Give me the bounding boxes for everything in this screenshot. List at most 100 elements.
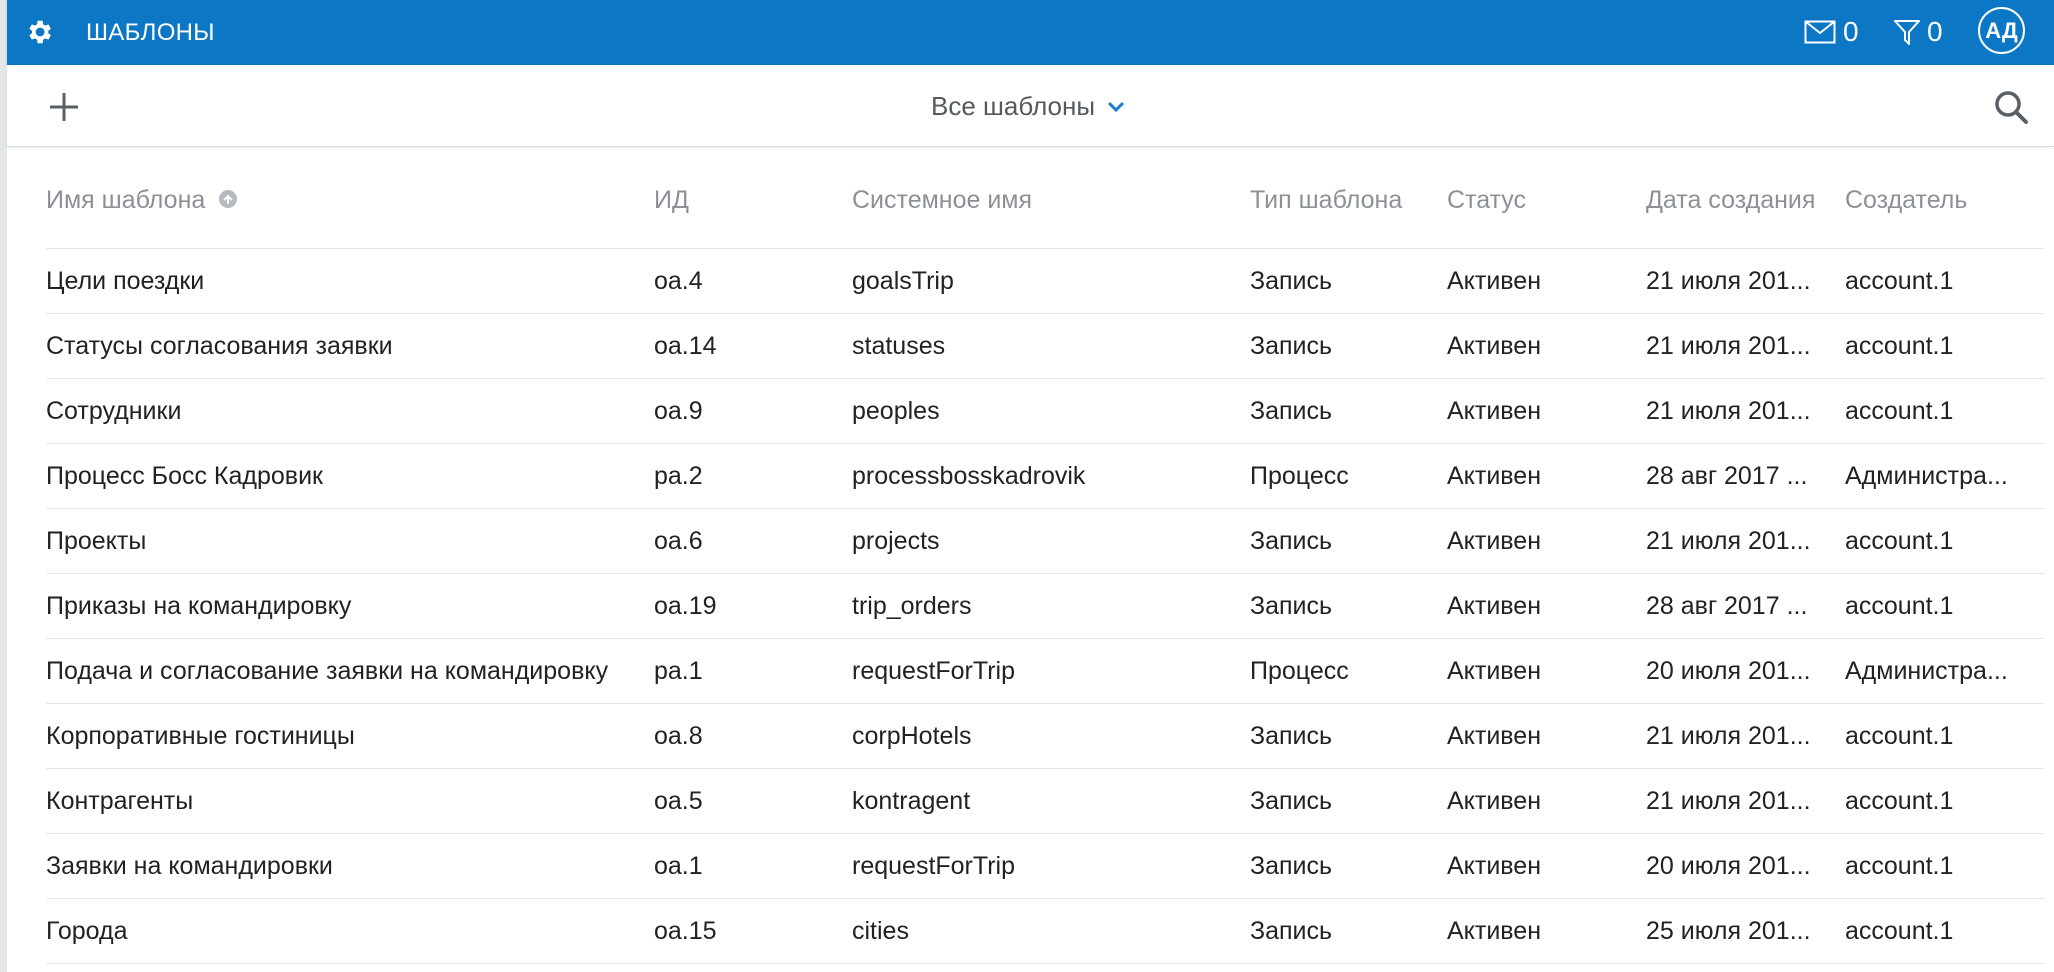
cell-created-date: 21 июля 201...	[1646, 267, 1811, 295]
cell-id: pa.2	[654, 462, 703, 490]
cell-status: Активен	[1447, 397, 1542, 425]
filter-icon	[1894, 20, 1920, 45]
cell-system-name: corpHotels	[852, 722, 972, 750]
cell-creator: account.1	[1845, 267, 1954, 295]
cell-type: Запись	[1250, 592, 1333, 620]
cell-system-name: processbosskadrovik	[852, 462, 1086, 490]
cell-creator: Администра...	[1845, 657, 2008, 685]
cell-status: Активен	[1447, 787, 1542, 815]
user-avatar[interactable]: АД	[1978, 7, 2025, 54]
cell-system-name: trip_orders	[852, 592, 972, 620]
cell-created-date: 21 июля 201...	[1646, 332, 1811, 360]
cell-creator: account.1	[1845, 722, 1954, 750]
sort-asc-icon	[219, 190, 238, 209]
cell-status: Активен	[1447, 657, 1542, 685]
cell-template-name: Заявки на командировки	[46, 852, 333, 880]
cell-template-name: Города	[46, 917, 128, 945]
table-row[interactable]: Цели поездки oa.4 goalsTrip Запись Активен 21…	[46, 249, 2044, 314]
column-header-name[interactable]: Имя шаблона	[46, 146, 636, 248]
cell-system-name: goalsTrip	[852, 267, 954, 295]
table-row[interactable]: Статусы согласования заявки oa.14 statuses…	[46, 314, 2044, 379]
table-row[interactable]: Подача и согласование заявки на командир…	[46, 639, 2044, 704]
table-row[interactable]: Заявки на командировки oa.1 requestForTrip…	[46, 834, 2044, 899]
cell-created-date: 25 июля 201...	[1646, 917, 1811, 945]
cell-system-name: statuses	[852, 332, 946, 360]
cell-type: Запись	[1250, 332, 1333, 360]
column-header-creator[interactable]: Создатель	[1845, 146, 2045, 248]
gear-icon[interactable]	[24, 17, 54, 47]
cell-template-name: Статусы согласования заявки	[46, 332, 393, 360]
view-selector-label: Все шаблоны	[931, 91, 1096, 121]
filter-button[interactable]: 0	[1893, 13, 1943, 51]
table-row[interactable]: Корпоративные гостиницы oa.8 corpHotels Зап…	[46, 704, 2044, 769]
toolbar: Все шаблоны	[7, 65, 2054, 147]
cell-id: oa.14	[654, 332, 717, 360]
cell-template-name: Корпоративные гостиницы	[46, 722, 355, 750]
cell-created-date: 21 июля 201...	[1646, 527, 1811, 555]
left-edge	[0, 0, 7, 972]
cell-status: Активен	[1447, 332, 1542, 360]
cell-type: Запись	[1250, 852, 1333, 880]
table-row[interactable]: Контрагенты oa.5 kontragent Запись Активен 21…	[46, 769, 2044, 834]
column-header-created-date[interactable]: Дата создания	[1646, 146, 1830, 248]
cell-type: Запись	[1250, 787, 1333, 815]
cell-status: Активен	[1447, 592, 1542, 620]
column-header-status[interactable]: Статус	[1447, 146, 1627, 248]
table-row[interactable]: Города oa.15 cities Запись Активен 25 июля 20…	[46, 899, 2044, 964]
cell-id: pa.1	[654, 657, 703, 685]
mail-icon	[1804, 20, 1836, 44]
cell-created-date: 21 июля 201...	[1646, 397, 1811, 425]
table-row[interactable]: Приказы на командировку oa.19 trip_orders З…	[46, 574, 2044, 639]
cell-status: Активен	[1447, 852, 1542, 880]
cell-system-name: requestForTrip	[852, 657, 1016, 685]
cell-id: oa.4	[654, 267, 703, 295]
cell-system-name: cities	[852, 917, 909, 945]
cell-id: oa.9	[654, 397, 703, 425]
cell-template-name: Проекты	[46, 527, 147, 555]
cell-creator: account.1	[1845, 787, 1954, 815]
column-header-system-name[interactable]: Системное имя	[852, 146, 1232, 248]
cell-type: Запись	[1250, 267, 1333, 295]
table-row[interactable]: Проекты oa.6 projects Запись Активен 21 июля …	[46, 509, 2044, 574]
cell-system-name: requestForTrip	[852, 852, 1016, 880]
cell-type: Запись	[1250, 397, 1333, 425]
cell-created-date: 20 июля 201...	[1646, 657, 1811, 685]
plus-icon[interactable]	[47, 90, 81, 124]
column-header-type[interactable]: Тип шаблона	[1250, 146, 1430, 248]
cell-created-date: 28 авг 2017 ...	[1646, 592, 1808, 620]
templates-table: Имя шаблона ИД Системное имя Тип шаблона…	[46, 146, 2044, 964]
search-icon[interactable]	[1993, 89, 2029, 125]
cell-template-name: Подача и согласование заявки на командир…	[46, 657, 609, 685]
cell-creator: account.1	[1845, 592, 1954, 620]
column-header-id[interactable]: ИД	[654, 146, 834, 248]
cell-creator: account.1	[1845, 397, 1954, 425]
cell-id: oa.15	[654, 917, 717, 945]
cell-status: Активен	[1447, 267, 1542, 295]
cell-creator: Администра...	[1845, 462, 2008, 490]
cell-id: oa.5	[654, 787, 703, 815]
cell-creator: account.1	[1845, 527, 1954, 555]
cell-status: Активен	[1447, 917, 1542, 945]
view-selector[interactable]: Все шаблоны	[931, 91, 1125, 122]
cell-type: Запись	[1250, 722, 1333, 750]
cell-status: Активен	[1447, 462, 1542, 490]
cell-system-name: peoples	[852, 397, 940, 425]
cell-status: Активен	[1447, 722, 1542, 750]
messages-button[interactable]: 0	[1804, 13, 1859, 51]
cell-created-date: 28 авг 2017 ...	[1646, 462, 1808, 490]
cell-created-date: 20 июля 201...	[1646, 852, 1811, 880]
cell-creator: account.1	[1845, 852, 1954, 880]
cell-creator: account.1	[1845, 917, 1954, 945]
table-body: Цели поездки oa.4 goalsTrip Запись Активен 21…	[46, 249, 2044, 964]
table-row[interactable]: Сотрудники oa.9 peoples Запись Активен 21 июл…	[46, 379, 2044, 444]
cell-id: oa.8	[654, 722, 703, 750]
cell-template-name: Приказы на командировку	[46, 592, 352, 620]
cell-template-name: Контрагенты	[46, 787, 194, 815]
cell-created-date: 21 июля 201...	[1646, 722, 1811, 750]
cell-type: Запись	[1250, 527, 1333, 555]
table-row[interactable]: Процесс Босс Кадровик pa.2 processbosskadr…	[46, 444, 2044, 509]
chevron-down-icon	[1107, 101, 1125, 112]
table-header-row: Имя шаблона ИД Системное имя Тип шаблона…	[46, 146, 2044, 249]
cell-id: oa.6	[654, 527, 703, 555]
cell-type: Запись	[1250, 917, 1333, 945]
